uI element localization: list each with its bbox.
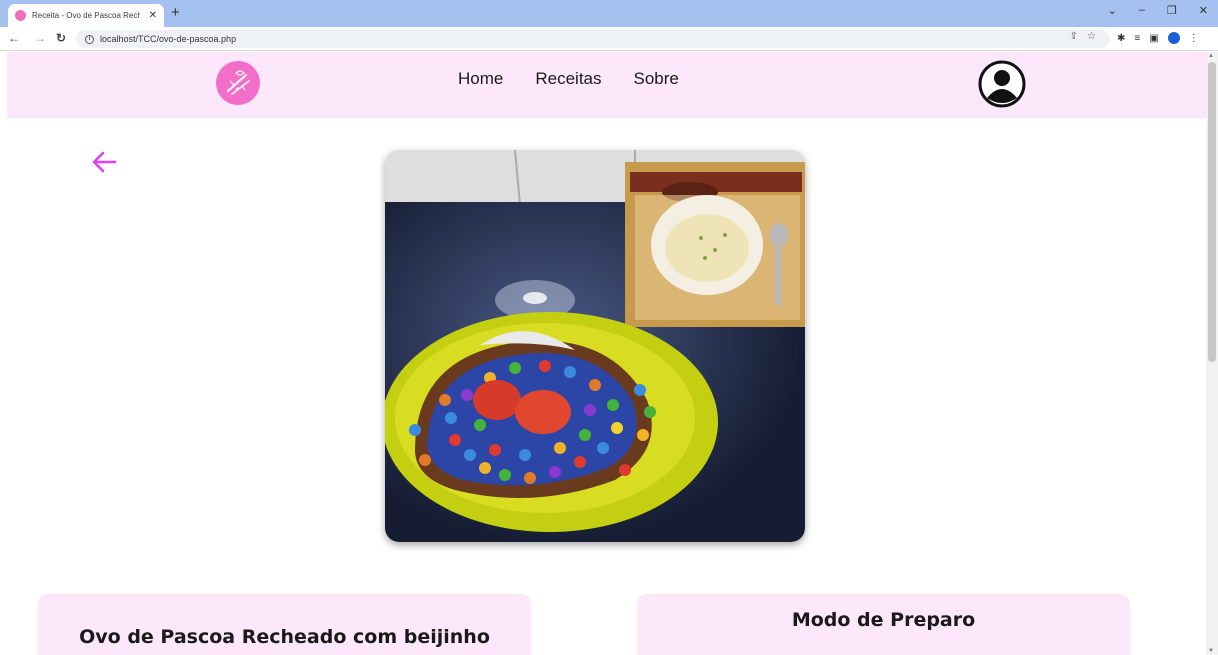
minimize-button[interactable]: –	[1139, 4, 1145, 17]
page-scrollbar[interactable]: ▲ ▼	[1206, 52, 1218, 655]
nav-home-link[interactable]: Home	[458, 69, 503, 89]
browser-tab[interactable]: Receita - Ovo de Pascoa Recheado ✕	[8, 4, 164, 27]
tab-title: Receita - Ovo de Pascoa Recheado	[32, 11, 140, 20]
browser-tabstrip: Receita - Ovo de Pascoa Recheado ✕ + ⌄ –…	[0, 0, 1218, 27]
back-arrow-icon[interactable]	[91, 150, 117, 174]
favicon-icon	[15, 10, 26, 21]
site-info-icon[interactable]: i	[85, 34, 94, 44]
address-bar[interactable]: i localhost/TCC/ovo-de-pascoa.php ⇪ ☆	[76, 30, 1110, 48]
site-header: Home Receitas Sobre	[7, 52, 1206, 118]
user-account-icon[interactable]	[978, 60, 1026, 108]
scroll-up-icon[interactable]: ▲	[1208, 53, 1214, 59]
main-nav: Home Receitas Sobre	[458, 69, 679, 89]
window-controls: ⌄ – ❐ ✕	[1108, 4, 1208, 17]
reload-icon[interactable]: ↻	[56, 31, 66, 45]
profile-avatar-icon[interactable]	[1167, 32, 1180, 44]
bookmark-star-icon[interactable]: ☆	[1087, 31, 1096, 42]
extensions-icon[interactable]: ✱	[1117, 33, 1125, 44]
scroll-down-icon[interactable]: ▼	[1208, 648, 1214, 654]
browser-toolbar: ← → ↻ i localhost/TCC/ovo-de-pascoa.php …	[0, 27, 1218, 51]
close-tab-icon[interactable]: ✕	[149, 10, 157, 21]
nav-sobre-link[interactable]: Sobre	[634, 69, 679, 89]
tab-search-icon[interactable]: ⌄	[1108, 4, 1117, 17]
url-text[interactable]: localhost/TCC/ovo-de-pascoa.php	[100, 34, 236, 44]
page-viewport: Home Receitas Sobre Ovo de Pascoa Rechea…	[0, 52, 1218, 655]
nav-receitas-link[interactable]: Receitas	[535, 69, 601, 89]
whisk-logo-icon	[227, 70, 250, 95]
forward-icon[interactable]: →	[34, 31, 46, 45]
easter-egg-photo-illustration	[385, 150, 805, 542]
recipe-photo	[385, 150, 805, 542]
recipe-title: Ovo de Pascoa Recheado com beijinho	[79, 626, 490, 648]
recipe-title-card: Ovo de Pascoa Recheado com beijinho	[38, 594, 531, 655]
side-panel-icon[interactable]: ▣	[1149, 33, 1158, 44]
menu-kebab-icon[interactable]: ⋮	[1189, 33, 1199, 44]
preparation-card: Modo de Preparo	[637, 594, 1130, 655]
back-icon[interactable]: ←	[8, 31, 20, 45]
scroll-thumb[interactable]	[1208, 62, 1216, 362]
reading-list-icon[interactable]: ≡	[1134, 33, 1140, 44]
restore-button[interactable]: ❐	[1167, 4, 1177, 17]
preparation-title: Modo de Preparo	[791, 609, 976, 631]
new-tab-button[interactable]: +	[171, 5, 180, 20]
site-logo[interactable]	[216, 61, 260, 105]
share-icon[interactable]: ⇪	[1070, 31, 1078, 42]
close-window-button[interactable]: ✕	[1199, 4, 1208, 17]
